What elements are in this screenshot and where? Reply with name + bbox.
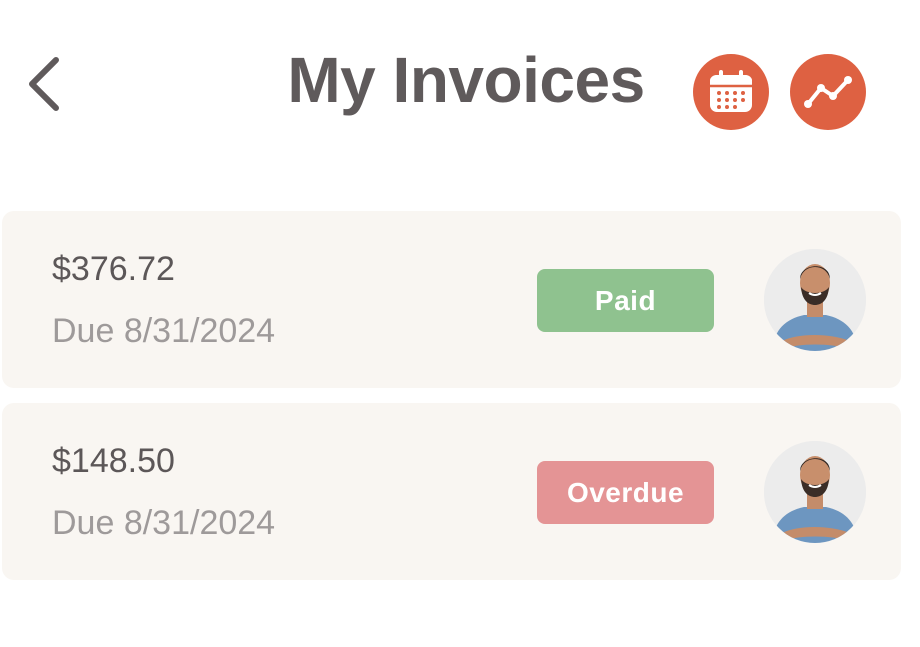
page-title: My Invoices — [287, 44, 645, 116]
invoice-due-date: Due 8/31/2024 — [52, 504, 276, 542]
invoice-amount: $148.50 — [52, 442, 175, 480]
invoice-card[interactable]: $148.50 Due 8/31/2024 Overdue — [2, 403, 901, 580]
trend-button[interactable] — [790, 54, 866, 130]
invoice-card[interactable]: $376.72 Due 8/31/2024 Paid — [2, 211, 901, 388]
invoice-amount: $376.72 — [52, 250, 175, 288]
status-badge-overdue: Overdue — [537, 461, 714, 524]
avatar — [764, 249, 866, 351]
invoices-screen: My Invoices $376.72 Due 8/31/2024 Paid $… — [0, 0, 920, 647]
calendar-icon — [710, 70, 752, 112]
invoice-due-date: Due 8/31/2024 — [52, 312, 276, 350]
trend-line-icon — [804, 76, 852, 108]
avatar — [764, 441, 866, 543]
status-badge-paid: Paid — [537, 269, 714, 332]
calendar-button[interactable] — [693, 54, 769, 130]
